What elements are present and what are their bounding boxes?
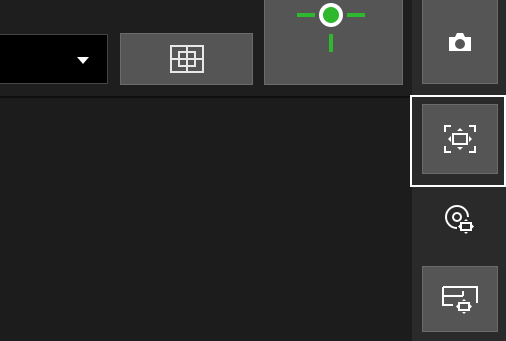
right-sidebar: [412, 0, 506, 341]
viewport-edge: [0, 98, 6, 341]
viewport-area: [0, 98, 412, 341]
rotate-view-button[interactable]: [422, 186, 498, 252]
top-toolbar: [0, 0, 412, 96]
camera-icon: [449, 32, 471, 51]
view-dropdown[interactable]: [0, 34, 108, 84]
fit-view-button[interactable]: [422, 104, 498, 174]
pan-view-icon: [442, 286, 478, 314]
grid-layout-button[interactable]: [120, 33, 253, 85]
focus-target-button[interactable]: [264, 0, 403, 85]
pan-view-button[interactable]: [422, 266, 498, 332]
grid-layout-icon: [169, 45, 204, 73]
camera-button[interactable]: [422, 0, 498, 84]
fit-view-icon: [444, 125, 476, 153]
chevron-down-icon: [77, 57, 89, 64]
focus-target-icon: [297, 3, 365, 52]
rotate-view-icon: [445, 205, 474, 234]
